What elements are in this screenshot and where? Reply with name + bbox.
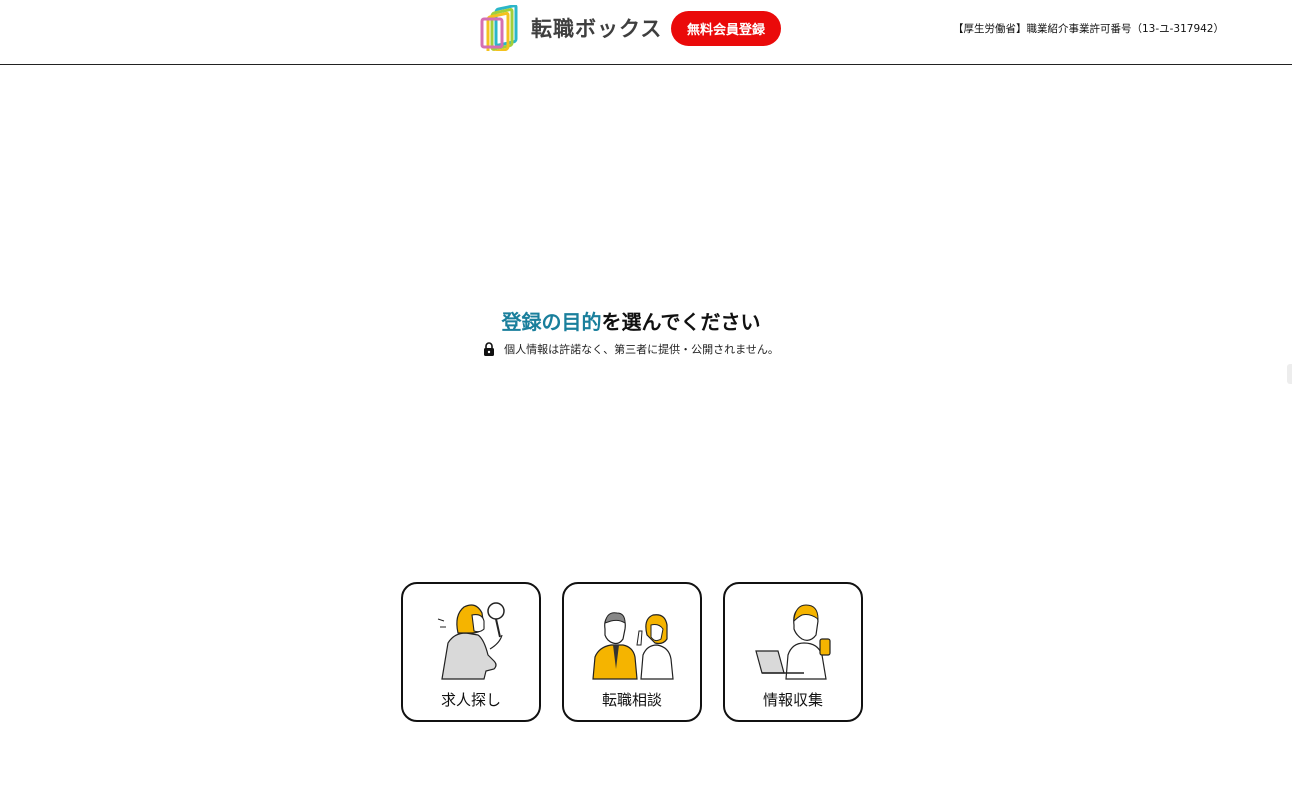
brand-logo[interactable]: 転職ボックス <box>480 5 662 51</box>
page-title: 登録の目的を選んでください <box>0 306 1262 335</box>
option-label: 情報収集 <box>762 691 823 709</box>
privacy-text: 個人情報は許諾なく、第三者に提供・公開されません。 <box>504 343 779 356</box>
privacy-note: 個人情報は許諾なく、第三者に提供・公開されません。 <box>0 341 1262 357</box>
magnifier-person-illustration <box>437 602 505 680</box>
lock-icon <box>484 342 495 356</box>
laptop-person-illustration <box>755 604 831 680</box>
site-header: 転職ボックス 無料会員登録 【厚生労働省】職業紹介事業許可番号（13-ユ-317… <box>0 0 1292 65</box>
page-title-rest: を選んでください <box>601 310 761 334</box>
purpose-career-consultation[interactable]: 転職相談 <box>562 582 702 722</box>
box-logo-icon <box>480 5 518 51</box>
option-label: 転職相談 <box>601 691 662 709</box>
side-scroll-handle[interactable] <box>1287 364 1292 384</box>
page-title-accent: 登録の目的 <box>501 310 602 334</box>
license-number: 【厚生労働省】職業紹介事業許可番号（13-ユ-317942） <box>952 23 1224 35</box>
purpose-job-search[interactable]: 求人探し <box>401 582 541 722</box>
brand-name: 転職ボックス <box>531 17 663 41</box>
purpose-options: 求人探し 転職相談 情報収集 <box>401 582 863 722</box>
free-register-button[interactable]: 無料会員登録 <box>671 11 781 46</box>
consultation-illustration <box>592 612 674 680</box>
option-label: 求人探し <box>440 691 501 709</box>
purpose-info-gathering[interactable]: 情報収集 <box>723 582 863 722</box>
